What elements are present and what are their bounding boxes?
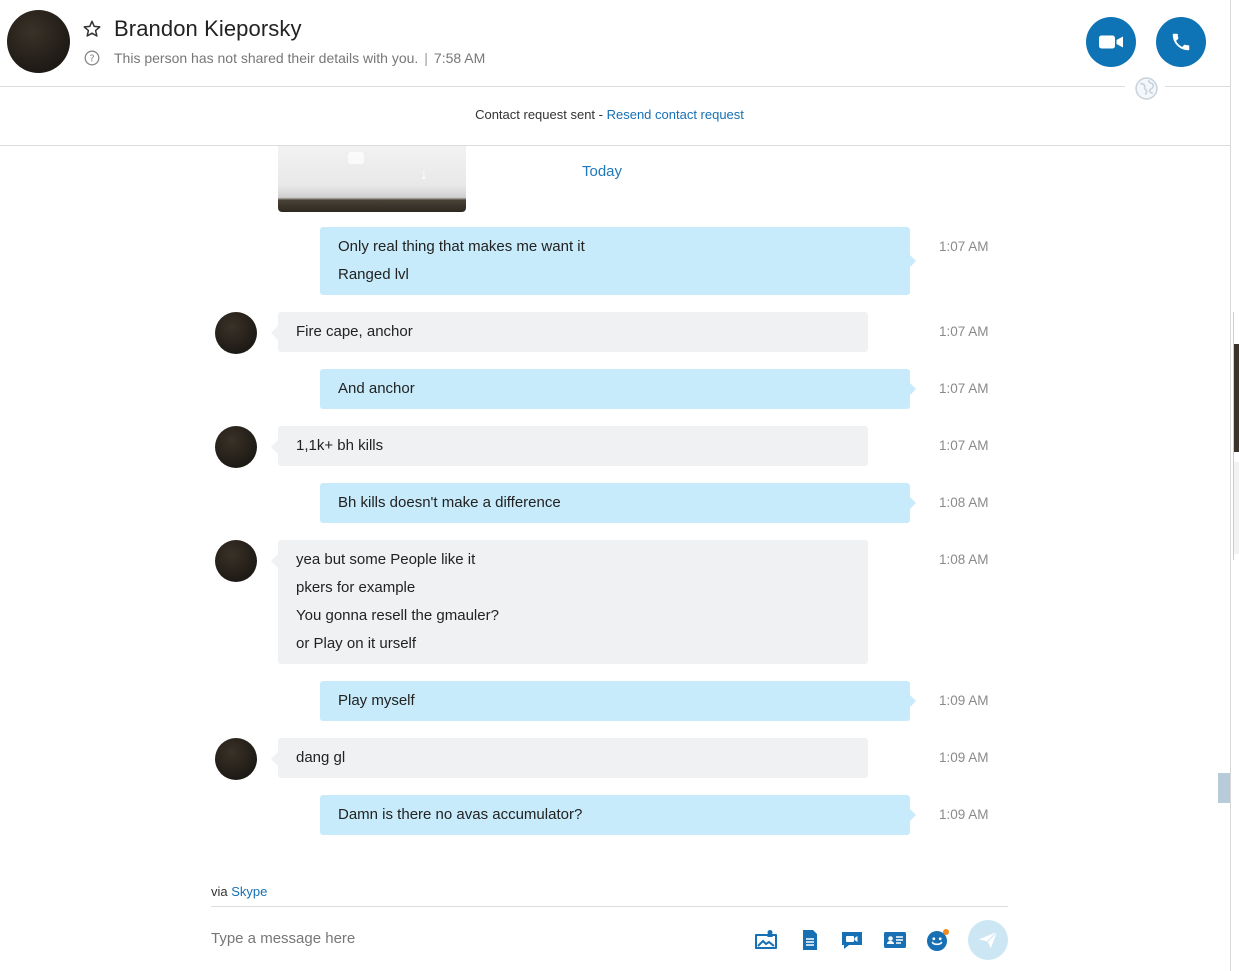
message-text: You gonna resell the gmauler? [296, 607, 499, 624]
message-text: pkers for example [296, 579, 416, 596]
day-divider: Today [582, 163, 623, 180]
media-gallery-icon[interactable] [754, 928, 778, 952]
question-circle-icon[interactable]: ? [84, 50, 100, 66]
status-text: This person has not shared their details… [114, 50, 419, 66]
message-text: 1,1k+ bh kills [296, 437, 384, 454]
message-text: Ranged lvl [338, 266, 409, 283]
message-timestamp: 1:09 AM [939, 750, 989, 765]
sender-avatar[interactable] [215, 312, 257, 354]
last-seen-time: 7:58 AM [433, 50, 486, 66]
file-icon[interactable] [798, 928, 822, 952]
message-text: Play myself [338, 692, 415, 709]
download-arrow-icon: ↓ [420, 166, 428, 183]
incoming-message[interactable]: yea but some People like it pkers for exa… [271, 540, 868, 664]
message-timestamp: 1:07 AM [939, 381, 989, 396]
background-window-panel [1234, 462, 1239, 554]
pane-border [1230, 0, 1231, 971]
send-icon [978, 931, 998, 949]
header-divider [0, 86, 1125, 87]
via-skype: via Skype [211, 884, 267, 899]
outgoing-message[interactable]: Play myself [320, 681, 916, 721]
incoming-message[interactable]: Fire cape, anchor [271, 312, 868, 352]
shared-image-thumbnail[interactable]: ↓ [278, 146, 466, 212]
message-timestamp: 1:09 AM [939, 693, 989, 708]
message-text: yea but some People like it [296, 551, 476, 568]
skype-link[interactable]: Skype [231, 884, 267, 899]
star-icon[interactable] [82, 19, 102, 39]
scrollbar-thumb[interactable] [1218, 773, 1230, 803]
video-message-icon[interactable] [840, 928, 864, 952]
sender-avatar[interactable] [215, 426, 257, 468]
resend-contact-request-link[interactable]: Resend contact request [607, 107, 744, 122]
message-timestamp: 1:07 AM [939, 324, 989, 339]
image-detail [348, 152, 364, 164]
via-prefix: via [211, 884, 232, 899]
contact-request-banner: Contact request sent - Resend contact re… [0, 107, 1219, 122]
contact-status: This person has not shared their details… [114, 50, 485, 66]
outgoing-message[interactable]: Bh kills doesn't make a difference [320, 483, 916, 523]
contact-avatar[interactable] [7, 10, 70, 73]
banner-divider [0, 145, 1231, 146]
contact-request-text: Contact request sent - [475, 107, 607, 122]
send-button[interactable] [968, 920, 1008, 960]
background-window-image [1234, 344, 1239, 452]
message-text: Only real thing that makes me want it [338, 238, 585, 255]
video-call-button[interactable] [1086, 17, 1136, 67]
message-timestamp: 1:09 AM [939, 807, 989, 822]
header-divider-right [1165, 86, 1231, 87]
sender-avatar[interactable] [215, 540, 257, 582]
status-separator: | [424, 50, 428, 66]
video-camera-icon [1099, 35, 1123, 49]
globe-icon[interactable] [1134, 76, 1159, 101]
message-timestamp: 1:07 AM [939, 239, 989, 254]
audio-call-button[interactable] [1156, 17, 1206, 67]
message-timestamp: 1:08 AM [939, 495, 989, 510]
message-timestamp: 1:07 AM [939, 438, 989, 453]
compose-divider [211, 906, 1008, 907]
background-window-edge [1233, 312, 1239, 560]
message-text: or Play on it urself [296, 635, 417, 652]
message-text: Damn is there no avas accumulator? [338, 806, 583, 823]
sender-avatar[interactable] [215, 738, 257, 780]
message-text: dang gl [296, 749, 346, 766]
contact-card-icon[interactable] [883, 928, 907, 952]
message-timestamp: 1:08 AM [939, 552, 989, 567]
incoming-message[interactable]: 1,1k+ bh kills [271, 426, 868, 466]
message-text: And anchor [338, 380, 415, 397]
outgoing-message[interactable]: Only real thing that makes me want it Ran… [320, 227, 916, 295]
outgoing-message[interactable]: Damn is there no avas accumulator? [320, 795, 916, 835]
message-text: Fire cape, anchor [296, 323, 413, 340]
message-text: Bh kills doesn't make a difference [338, 494, 561, 511]
outgoing-message[interactable]: And anchor [320, 369, 916, 409]
emoticon-icon[interactable] [926, 928, 950, 952]
message-input[interactable] [211, 925, 731, 951]
svg-text:?: ? [89, 54, 94, 65]
incoming-message[interactable]: dang gl [271, 738, 868, 778]
phone-icon [1172, 33, 1190, 51]
contact-name[interactable]: Brandon Kieporsky [114, 16, 302, 42]
